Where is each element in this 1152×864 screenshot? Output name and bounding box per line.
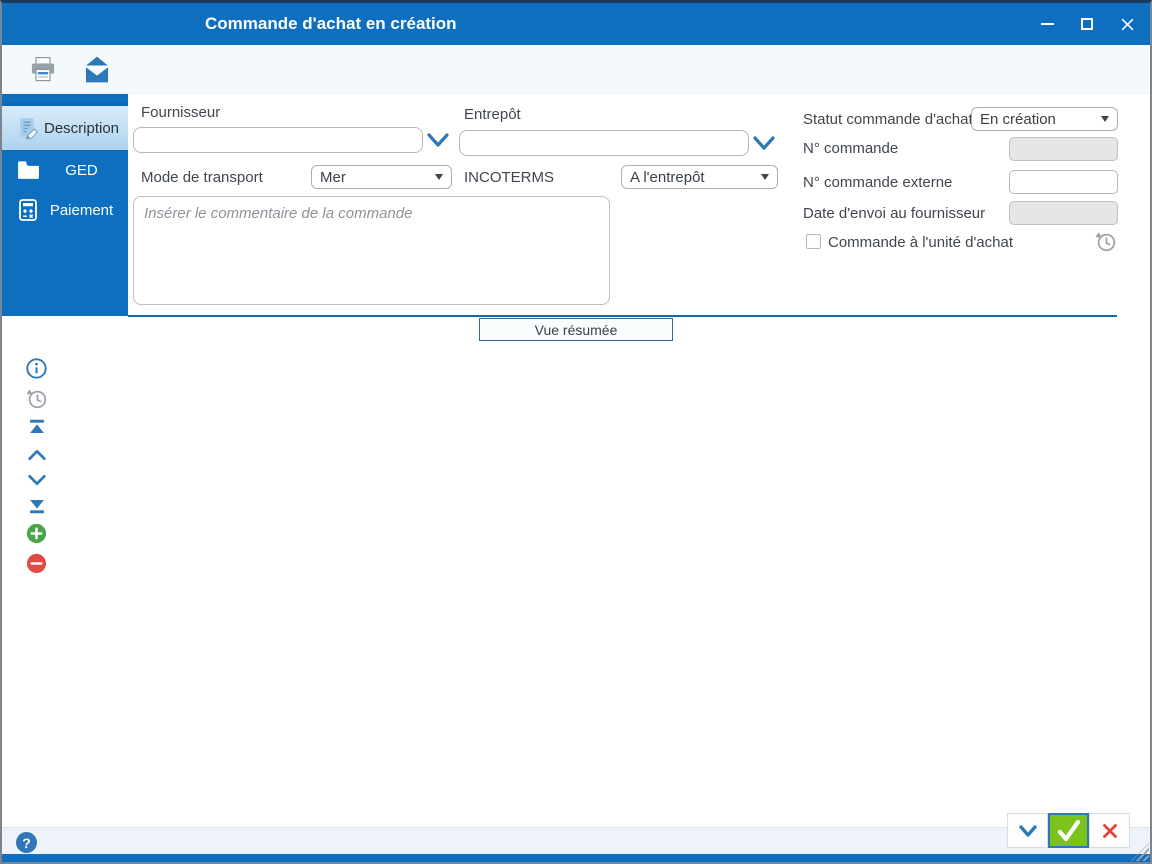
titlebar: Commande d'achat en création [2, 3, 1150, 45]
move-up-button[interactable] [24, 442, 49, 467]
more-actions-button[interactable] [1007, 813, 1048, 848]
statut-select[interactable]: En création [971, 107, 1118, 131]
send-mail-button[interactable] [82, 55, 112, 83]
date-envoi-label: Date d'envoi au fournisseur [803, 205, 986, 222]
printer-icon [31, 56, 55, 81]
caret-down-icon [1101, 116, 1109, 122]
minimize-button[interactable] [1034, 11, 1060, 37]
commande-unite-label: Commande à l'unité d'achat [828, 234, 1014, 251]
minus-circle-icon [26, 553, 47, 574]
entrepot-lookup-chevron-icon[interactable] [752, 133, 776, 153]
chevron-up-icon [27, 449, 46, 460]
move-to-top-icon [29, 419, 44, 433]
mode-transport-label: Mode de transport [141, 169, 263, 186]
date-envoi-input [1009, 201, 1118, 225]
close-button[interactable] [1114, 11, 1140, 37]
mode-transport-select[interactable]: Mer [311, 165, 452, 189]
section-divider [128, 315, 1117, 317]
incoterms-select[interactable]: A l'entrepôt [621, 165, 778, 189]
plus-circle-icon [26, 523, 47, 544]
move-down-button[interactable] [24, 467, 49, 492]
num-commande-externe-input[interactable] [1009, 170, 1118, 194]
document-edit-icon [15, 115, 41, 141]
caret-down-icon [761, 174, 769, 180]
validate-button[interactable] [1048, 813, 1089, 848]
entrepot-input[interactable] [459, 130, 749, 156]
tab-description-label: Description [43, 119, 120, 137]
fournisseur-label: Fournisseur [141, 104, 221, 121]
tab-ged[interactable]: GED [2, 150, 128, 190]
minimize-icon [1040, 23, 1054, 25]
purchase-order-window: Commande d'achat en création Description… [0, 0, 1152, 864]
incoterms-value: A l'entrepôt [630, 168, 705, 186]
envelope-icon [85, 56, 109, 82]
vue-resumee-button[interactable]: Vue résumée [479, 318, 673, 341]
close-icon [1121, 18, 1133, 30]
sidebar-tabs: Description GED Paiement [2, 94, 128, 316]
history-icon [26, 389, 47, 409]
tab-paiement-label: Paiement [49, 201, 114, 219]
commande-unite-checkbox[interactable] [806, 234, 821, 249]
dialog-actions [1007, 813, 1130, 848]
info-icon [26, 358, 47, 379]
maximize-icon [1081, 18, 1093, 30]
move-last-button[interactable] [24, 492, 49, 517]
move-first-button[interactable] [24, 415, 49, 440]
remove-line-button[interactable] [24, 551, 49, 576]
history-icon [1095, 232, 1116, 252]
check-icon [1057, 819, 1080, 841]
num-commande-externe-label: N° commande externe [803, 174, 953, 191]
chevron-down-icon [1018, 824, 1037, 837]
chevron-down-icon [27, 474, 46, 485]
caret-down-icon [435, 174, 443, 180]
statut-label: Statut commande d'achat [803, 111, 973, 128]
line-history-button[interactable] [24, 386, 49, 411]
calculator-icon [15, 197, 41, 223]
maximize-button[interactable] [1074, 11, 1100, 37]
print-button[interactable] [28, 55, 58, 83]
status-bar [2, 827, 1150, 856]
fournisseur-lookup-chevron-icon[interactable] [426, 130, 450, 150]
tab-paiement[interactable]: Paiement [2, 190, 128, 230]
help-button[interactable]: ? [16, 832, 37, 853]
info-button[interactable] [24, 356, 49, 381]
cancel-button[interactable] [1089, 813, 1130, 848]
bottom-border-bar [2, 854, 1150, 862]
mode-transport-value: Mer [320, 168, 346, 186]
window-title: Commande d'achat en création [205, 14, 457, 33]
folder-icon [15, 157, 41, 183]
incoterms-label: INCOTERMS [464, 169, 554, 186]
fournisseur-input[interactable] [133, 127, 423, 153]
tab-ged-label: GED [65, 161, 98, 179]
window-controls [1034, 3, 1140, 45]
commentaire-textarea[interactable] [133, 196, 610, 305]
history-button[interactable] [1094, 230, 1117, 258]
add-line-button[interactable] [24, 521, 49, 546]
entrepot-label: Entrepôt [464, 106, 521, 123]
x-icon [1102, 823, 1117, 838]
main-toolbar [2, 45, 1150, 94]
num-commande-label: N° commande [803, 140, 899, 157]
move-to-bottom-icon [29, 499, 44, 513]
tab-description[interactable]: Description [2, 102, 128, 150]
statut-value: En création [980, 110, 1056, 128]
num-commande-input [1009, 137, 1118, 161]
